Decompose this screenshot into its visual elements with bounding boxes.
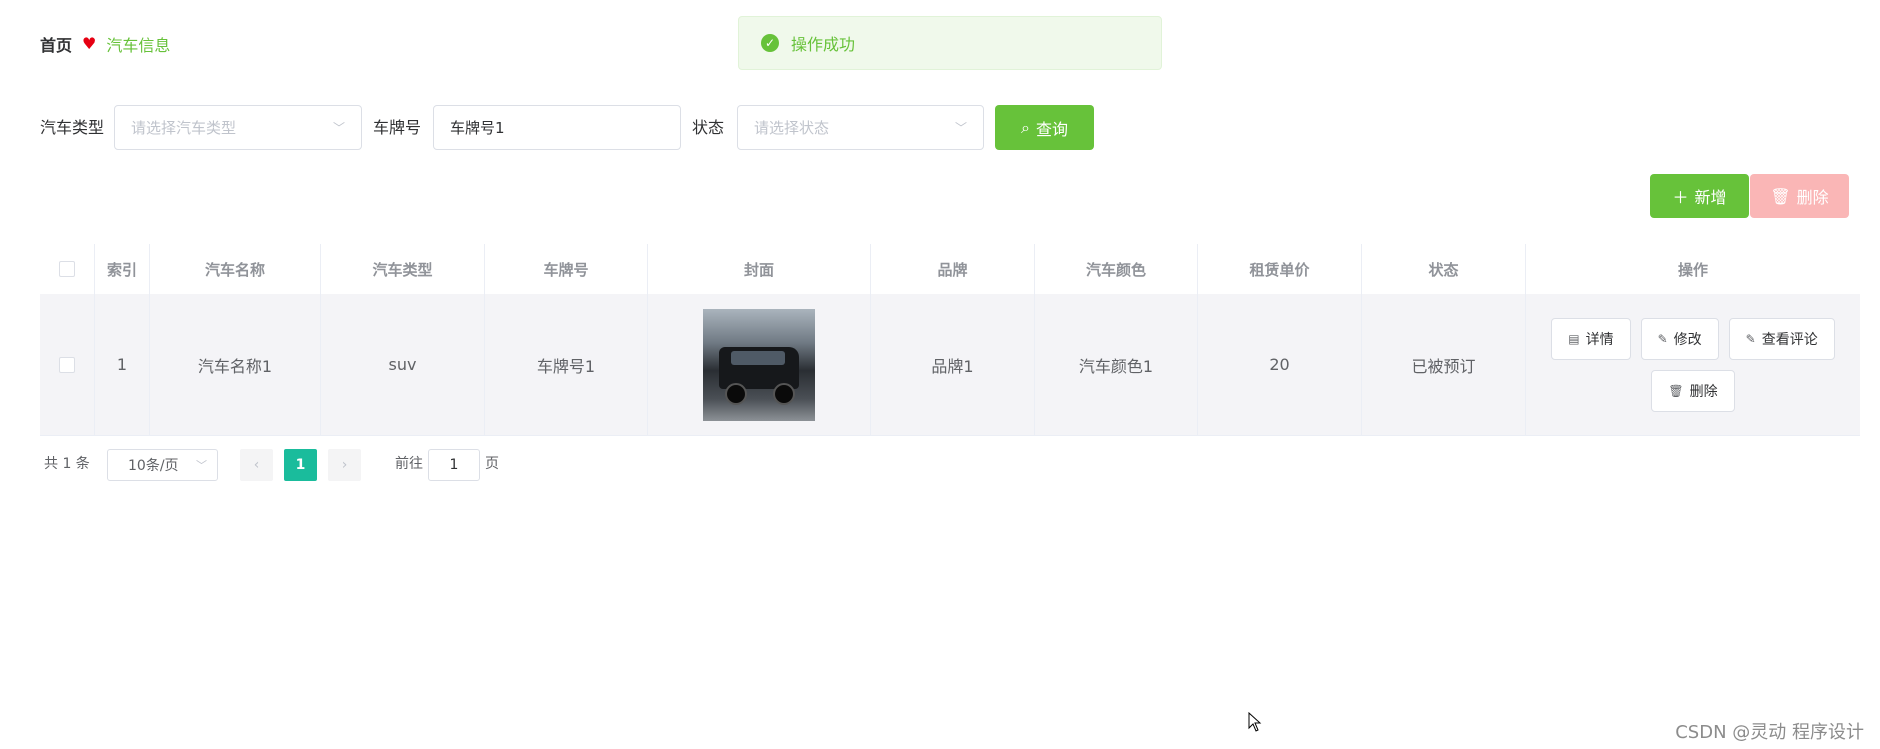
batch-delete-label: 删除 bbox=[1796, 188, 1829, 207]
row-select-cell bbox=[40, 294, 95, 435]
goto-label: 前往 bbox=[395, 456, 423, 472]
cell-index: 1 bbox=[95, 294, 150, 435]
trash-icon: 🗑 bbox=[1668, 383, 1684, 398]
cell-actions: ▤ 详情 ✎ 修改 ✎ 查看评论 🗑 删除 bbox=[1526, 294, 1860, 435]
status-label: 状态 bbox=[692, 118, 725, 137]
cell-status: 已被预订 bbox=[1362, 294, 1526, 435]
cell-plate: 车牌号1 bbox=[485, 294, 648, 435]
header-type: 汽车类型 bbox=[321, 244, 485, 294]
cell-color: 汽车颜色1 bbox=[1035, 294, 1198, 435]
edit-icon: ✎ bbox=[1657, 331, 1668, 346]
header-name: 汽车名称 bbox=[150, 244, 321, 294]
view-comments-button[interactable]: ✎ 查看评论 bbox=[1728, 317, 1835, 360]
cell-name: 汽车名称1 bbox=[150, 294, 321, 435]
page-number-1[interactable]: 1 bbox=[284, 449, 317, 481]
plate-input[interactable]: 车牌号1 bbox=[433, 105, 681, 150]
car-type-placeholder: 请选择汽车类型 bbox=[131, 119, 237, 137]
chevron-left-icon: ‹ bbox=[253, 457, 260, 473]
edit-icon: ✎ bbox=[1745, 331, 1756, 346]
cell-cover bbox=[648, 294, 871, 435]
row-checkbox[interactable] bbox=[59, 356, 75, 373]
table-row: 1 汽车名称1 suv 车牌号1 品牌1 汽车颜色1 20 已被预订 ▤ 详情 … bbox=[40, 294, 1860, 436]
batch-delete-button[interactable]: 🗑 删除 bbox=[1750, 174, 1849, 218]
heart-icon: ♥ bbox=[82, 34, 97, 53]
goto-unit: 页 bbox=[485, 456, 499, 472]
status-select[interactable]: 请选择状态 ﹀ bbox=[737, 105, 984, 150]
cell-type: suv bbox=[321, 294, 485, 435]
page-size-value: 10条/页 bbox=[128, 458, 179, 474]
car-wheel-shape bbox=[773, 382, 795, 405]
page-size-select[interactable]: 10条/页 ﹀ bbox=[107, 449, 218, 481]
next-page-button[interactable]: › bbox=[328, 449, 361, 481]
trash-icon: 🗑 bbox=[1770, 186, 1791, 206]
document-icon: ▤ bbox=[1568, 331, 1580, 346]
success-toast: ✓ 操作成功 bbox=[738, 16, 1162, 70]
header-color: 汽车颜色 bbox=[1035, 244, 1198, 294]
car-window-shape bbox=[731, 350, 785, 365]
mouse-cursor-icon bbox=[1248, 712, 1262, 732]
goto-page-input[interactable]: 1 bbox=[428, 449, 480, 481]
car-type-label: 汽车类型 bbox=[40, 118, 105, 137]
car-wheel-shape bbox=[725, 382, 747, 405]
header-cover: 封面 bbox=[648, 244, 871, 294]
breadcrumb: 首页 ♥ 汽车信息 bbox=[40, 32, 170, 56]
chevron-right-icon: › bbox=[341, 457, 348, 473]
add-button-label: 新增 bbox=[1694, 188, 1727, 207]
chevron-down-icon: ﹀ bbox=[196, 459, 207, 472]
header-price: 租赁单价 bbox=[1198, 244, 1362, 294]
plus-icon: ＋ bbox=[1672, 188, 1689, 207]
detail-button-label: 详情 bbox=[1585, 331, 1614, 348]
cell-price: 20 bbox=[1198, 294, 1362, 435]
check-circle-icon: ✓ bbox=[761, 34, 779, 52]
watermark: CSDN @灵动 程序设计 bbox=[1675, 722, 1864, 743]
chevron-down-icon: ﹀ bbox=[954, 121, 967, 135]
edit-button[interactable]: ✎ 修改 bbox=[1640, 317, 1719, 360]
row-delete-label: 删除 bbox=[1689, 383, 1718, 400]
table-header: 索引 汽车名称 汽车类型 车牌号 封面 品牌 汽车颜色 租赁单价 状态 操作 bbox=[40, 244, 1860, 295]
car-cover-image bbox=[703, 308, 815, 421]
header-plate: 车牌号 bbox=[485, 244, 648, 294]
plate-input-value: 车牌号1 bbox=[450, 119, 505, 137]
header-index: 索引 bbox=[95, 244, 150, 294]
pagination-total: 共 1 条 bbox=[44, 456, 90, 472]
breadcrumb-current: 汽车信息 bbox=[106, 36, 171, 55]
car-table: 索引 汽车名称 汽车类型 车牌号 封面 品牌 汽车颜色 租赁单价 状态 操作 1… bbox=[40, 244, 1860, 436]
row-delete-button[interactable]: 🗑 删除 bbox=[1651, 369, 1735, 412]
query-button[interactable]: ⌕ 查询 bbox=[995, 105, 1094, 150]
header-brand: 品牌 bbox=[871, 244, 1035, 294]
view-comments-label: 查看评论 bbox=[1761, 331, 1818, 348]
header-status: 状态 bbox=[1362, 244, 1526, 294]
breadcrumb-home[interactable]: 首页 bbox=[40, 32, 72, 56]
toast-message: 操作成功 bbox=[791, 35, 856, 54]
select-all-checkbox[interactable] bbox=[59, 261, 75, 277]
car-type-select[interactable]: 请选择汽车类型 ﹀ bbox=[114, 105, 362, 150]
detail-button[interactable]: ▤ 详情 bbox=[1551, 317, 1631, 360]
status-placeholder: 请选择状态 bbox=[754, 119, 830, 137]
plate-label: 车牌号 bbox=[373, 118, 422, 137]
prev-page-button[interactable]: ‹ bbox=[240, 449, 273, 481]
query-button-label: 查询 bbox=[1035, 119, 1068, 139]
select-all-cell bbox=[40, 244, 95, 294]
add-button[interactable]: ＋ 新增 bbox=[1650, 174, 1749, 218]
header-actions: 操作 bbox=[1677, 260, 1708, 279]
chevron-down-icon: ﹀ bbox=[332, 121, 345, 135]
search-icon: ⌕ bbox=[1021, 117, 1030, 137]
edit-button-label: 修改 bbox=[1673, 331, 1702, 348]
cell-brand: 品牌1 bbox=[871, 294, 1035, 435]
